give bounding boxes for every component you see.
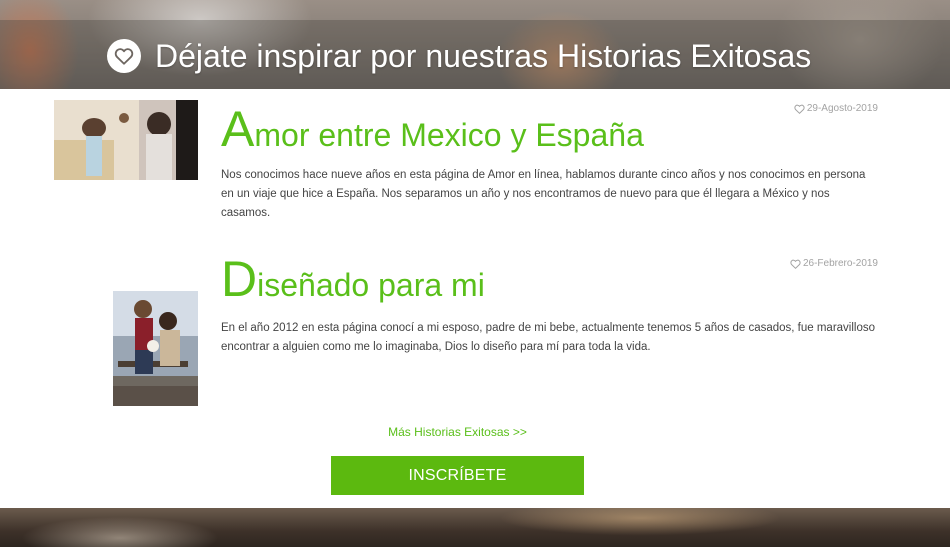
story-title-initial: A xyxy=(221,101,255,157)
story-title-rest: mor entre Mexico y España xyxy=(254,117,644,153)
heart-icon xyxy=(107,39,141,73)
heart-outline-icon xyxy=(790,259,801,269)
story-title-initial: D xyxy=(221,251,258,307)
story-date: 29-Agosto-2019 xyxy=(794,103,878,114)
story-card: Amor entre Mexico y España 29-Agosto-201… xyxy=(0,89,950,239)
story-photo[interactable] xyxy=(113,291,198,406)
story-title-rest: iseñado para mi xyxy=(257,267,485,303)
hero-banner: Déjate inspirar por nuestras Historias E… xyxy=(0,0,950,89)
story-date-text: 29-Agosto-2019 xyxy=(806,103,878,114)
story-date: 26-Febrero-2019 xyxy=(790,258,878,269)
signup-button[interactable]: INSCRÍBETE xyxy=(331,456,584,495)
banner-title: Déjate inspirar por nuestras Historias E… xyxy=(155,37,812,74)
story-body: Nos conocimos hace nueve años en esta pá… xyxy=(221,169,866,219)
story-photo[interactable] xyxy=(54,100,198,180)
more-stories-link[interactable]: Más Historias Exitosas >> xyxy=(0,425,915,439)
story-body: En el año 2012 en esta página conocí a m… xyxy=(221,322,876,353)
footer-background-image xyxy=(0,508,950,547)
story-date-text: 26-Febrero-2019 xyxy=(802,258,878,269)
heart-outline-icon xyxy=(794,104,805,114)
story-card: Diseñado para mi 26-Febrero-2019 En el a… xyxy=(0,239,950,419)
story-title[interactable]: Diseñado para mi xyxy=(221,254,485,304)
banner-heading: Déjate inspirar por nuestras Historias E… xyxy=(107,31,811,81)
story-title[interactable]: Amor entre Mexico y España xyxy=(221,104,644,154)
